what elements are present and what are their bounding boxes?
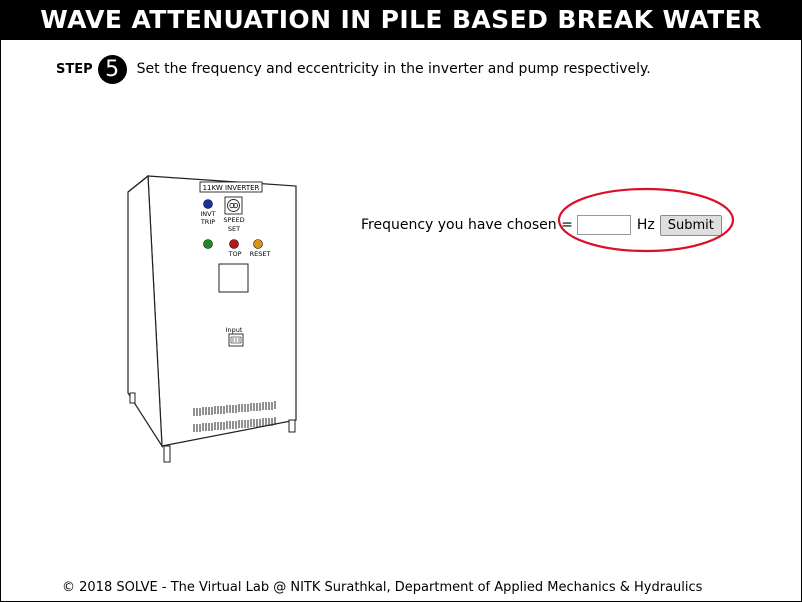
step-label: STEP	[56, 61, 93, 77]
page-title: WAVE ATTENUATION IN PILE BASED BREAK WAT…	[0, 0, 802, 40]
input-label: Input	[226, 326, 243, 334]
reset-label: RESET	[250, 250, 271, 258]
frequency-label: Frequency you have chosen =	[361, 217, 573, 233]
invt-trip-lamp	[203, 199, 213, 209]
invt-trip-label-2: TRIP	[200, 218, 215, 226]
step-instruction: STEP 5 Set the frequency and eccentricit…	[56, 54, 651, 84]
top-label: TOP	[227, 250, 241, 258]
step-text: Set the frequency and eccentricity in th…	[136, 61, 651, 77]
step-number-badge: 5	[97, 54, 127, 84]
inverter-display	[218, 263, 249, 293]
amber-reset-lamp[interactable]	[253, 239, 263, 249]
red-stop-lamp[interactable]	[229, 239, 239, 249]
speed-set-label-2: SET	[228, 225, 240, 233]
submit-button[interactable]: Submit	[659, 214, 722, 236]
green-start-lamp[interactable]	[203, 239, 213, 249]
frequency-unit: Hz	[636, 217, 655, 233]
invt-trip-label-1: INVT	[200, 210, 215, 218]
frequency-input[interactable]	[576, 215, 631, 235]
frequency-form: Frequency you have chosen = Hz Submit	[361, 213, 722, 237]
speed-set-label-1: SPEED	[223, 216, 244, 224]
inverter-nameplate-text: 11KW INVERTER	[203, 184, 260, 192]
footer-copyright: © 2018 SOLVE - The Virtual Lab @ NITK Su…	[62, 580, 703, 595]
inverter-cabinet: 11KW INVERTER INVT TRIP SPEED SET TOP RE…	[127, 174, 297, 463]
